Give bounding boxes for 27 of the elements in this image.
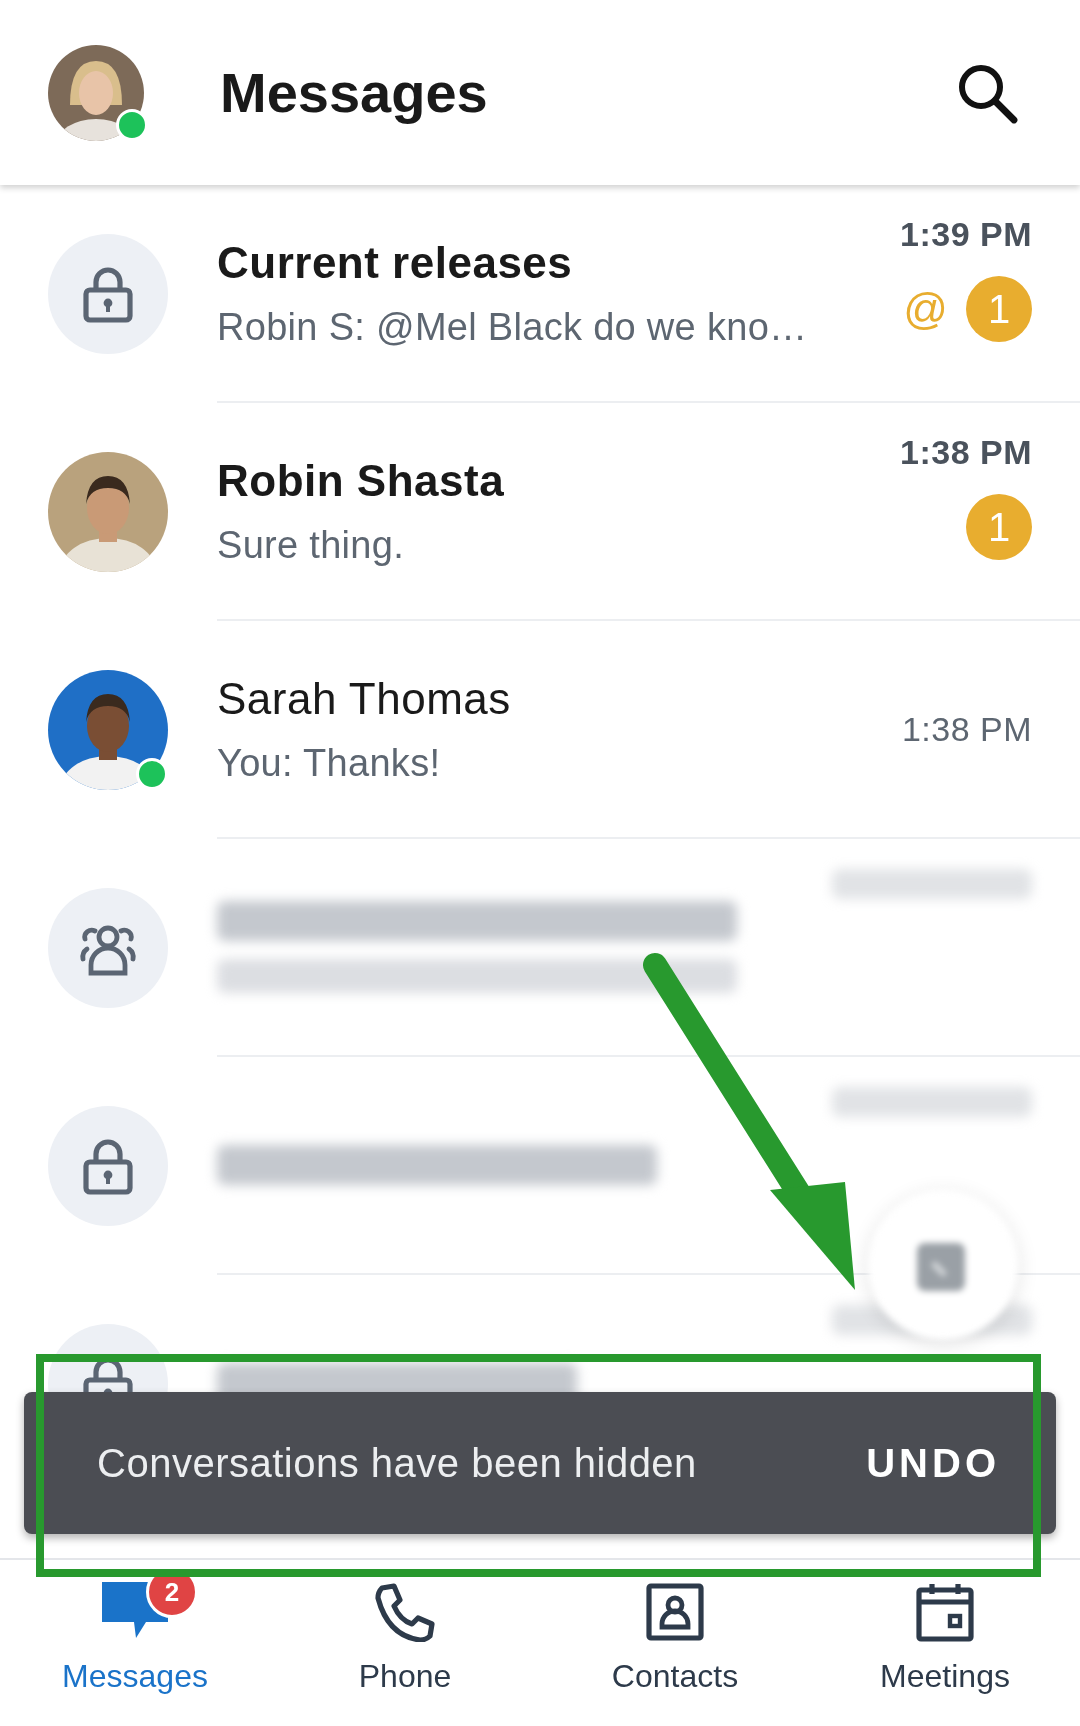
conversation-title: Robin Shasta [217, 455, 506, 506]
tab[interactable]: Contacts [540, 1560, 810, 1726]
phone-icon [374, 1582, 436, 1642]
conversation-row[interactable]: Current releases Robin S: @Mel Black do we kno… 1:39 PM @ 1 [217, 185, 1080, 403]
conversation-row[interactable]: Robin Shasta Sure thing. 1:38 PM 1 [217, 403, 1080, 621]
contact-card-icon [646, 1583, 704, 1641]
mention-indicator: @ [903, 284, 948, 334]
lock-icon [80, 264, 136, 324]
conversation-title: Sarah Thomas [217, 673, 512, 724]
unread-count-badge: 1 [966, 276, 1032, 342]
conversation-row[interactable]: Sarah Thomas You: Thanks! 1:38 PM [217, 621, 1080, 839]
timestamp: 1:39 PM [900, 215, 1032, 254]
unread-count-badge: 1 [966, 494, 1032, 560]
tab[interactable]: 2 Messages [0, 1560, 270, 1726]
undo-button[interactable]: UNDO [866, 1440, 1000, 1486]
message-preview: You: Thanks! [217, 741, 442, 785]
page-title: Messages [220, 60, 489, 125]
message-preview: Robin S: @Mel Black do we kno… [217, 305, 809, 349]
snackbar-message: Conversations have been hidden [97, 1440, 697, 1486]
message-preview: Sure thing. [217, 523, 406, 567]
calendar-icon [916, 1582, 974, 1642]
tab[interactable]: Meetings [810, 1560, 1080, 1726]
conversation-title: Current releases [217, 237, 574, 288]
timestamp: 1:38 PM [901, 709, 1032, 749]
timestamp: 1:38 PM [900, 433, 1032, 472]
lock-icon [80, 1136, 136, 1196]
tab[interactable]: Phone [270, 1560, 540, 1726]
